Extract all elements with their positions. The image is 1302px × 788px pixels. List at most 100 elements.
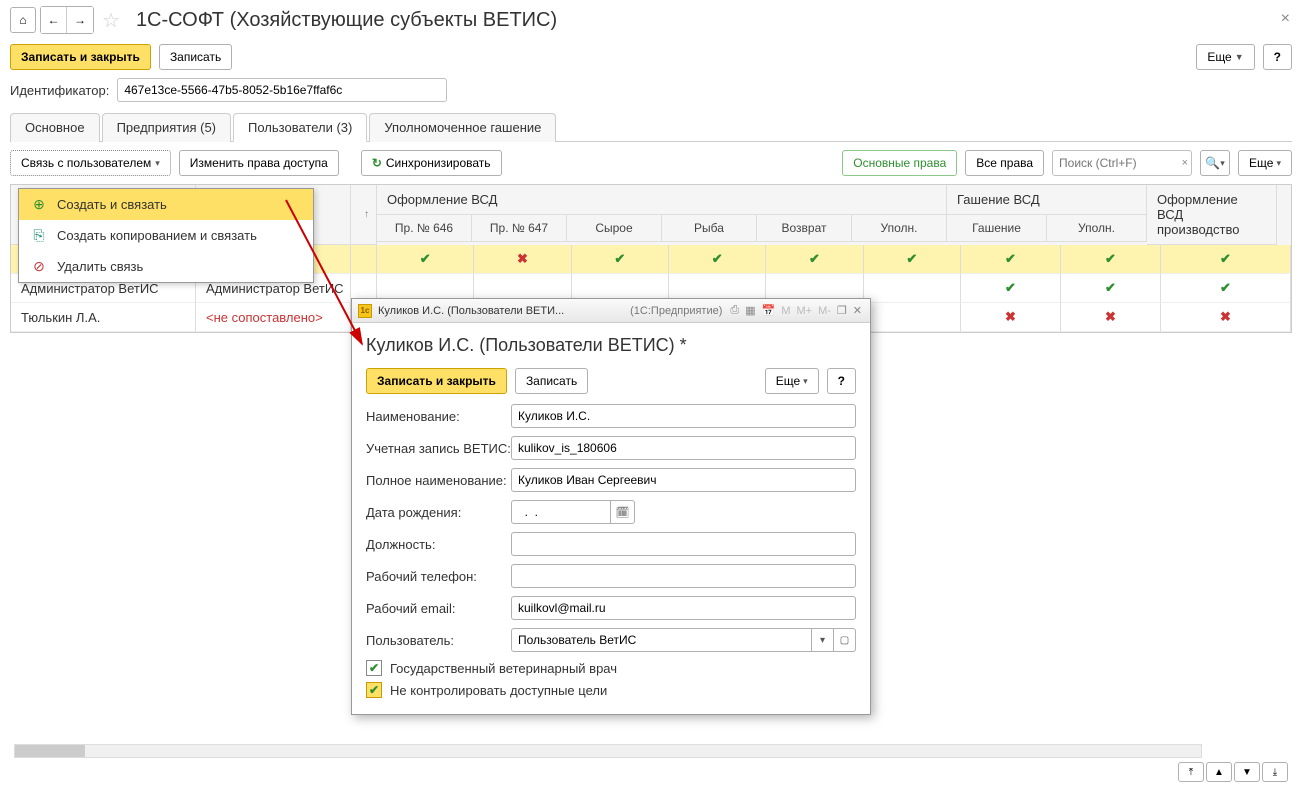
label-position: Должность:: [366, 537, 511, 552]
search-button[interactable]: 🔍 ▾: [1200, 150, 1230, 176]
th-return[interactable]: Возврат: [757, 215, 852, 242]
cell-user: <не сопоставлено>: [196, 303, 351, 332]
all-rights-button[interactable]: Все права: [965, 150, 1044, 176]
window-title: Куликов И.С. (Пользователи ВЕТИ...: [378, 305, 624, 317]
calendar-icon[interactable]: 📅: [760, 304, 778, 317]
search-input[interactable]: [1052, 150, 1192, 176]
link-user-dropdown[interactable]: Связь с пользователем ▾: [10, 150, 171, 176]
scroll-down-button[interactable]: ▼: [1234, 762, 1260, 782]
th-oform-vsd[interactable]: Оформление ВСД: [377, 185, 947, 215]
label-email: Рабочий email:: [366, 601, 511, 616]
main-rights-button[interactable]: Основные права: [842, 150, 957, 176]
input-dob[interactable]: [511, 500, 611, 524]
window-close-icon[interactable]: ✕: [851, 304, 864, 317]
check-icon: ✔: [614, 251, 625, 267]
home-icon: ⌂: [19, 13, 26, 27]
menu-unlink[interactable]: ⊘ Удалить связь: [19, 251, 313, 282]
th-pr646[interactable]: Пр. № 646: [377, 215, 472, 242]
modal-help-button[interactable]: ?: [827, 368, 856, 394]
calc-icon[interactable]: ▦: [743, 304, 757, 317]
scroll-bottom-button[interactable]: ⤓: [1262, 762, 1288, 782]
label-fullname: Полное наименование:: [366, 473, 511, 488]
identifier-input[interactable]: [117, 78, 447, 102]
tab-users[interactable]: Пользователи (3): [233, 113, 367, 142]
chevron-down-icon: ▾: [155, 158, 160, 169]
search-icon: 🔍: [1205, 156, 1220, 170]
th-upoln[interactable]: Уполн.: [852, 215, 947, 242]
close-icon[interactable]: ×: [1281, 10, 1290, 28]
tab-main[interactable]: Основное: [10, 113, 100, 142]
input-phone[interactable]: [511, 564, 856, 588]
check-icon: ✔: [1220, 251, 1231, 267]
th-fish[interactable]: Рыба: [662, 215, 757, 242]
modal-more-button[interactable]: Еще ▾: [765, 368, 819, 394]
toolbar-more-button[interactable]: Еще ▾: [1238, 150, 1292, 176]
checkbox-row-gov-vet[interactable]: ✔ Государственный ветеринарный врач: [366, 660, 856, 676]
cell-prod: ✔: [1161, 245, 1291, 274]
nav-back-button[interactable]: ←: [41, 7, 67, 33]
scroll-top-button[interactable]: ⤒: [1178, 762, 1204, 782]
save-and-close-button[interactable]: Записать и закрыть: [10, 44, 151, 70]
favorite-star-icon[interactable]: ☆: [102, 8, 120, 33]
sync-button[interactable]: ↻ Синхронизировать: [361, 150, 502, 176]
save-button[interactable]: Записать: [159, 44, 232, 70]
th-raw[interactable]: Сырое: [567, 215, 662, 242]
arrow-right-icon: →: [74, 13, 86, 27]
scrollbar-thumb[interactable]: [15, 745, 85, 757]
search-clear-icon[interactable]: ×: [1182, 157, 1188, 169]
more-label: Еще: [1207, 50, 1231, 64]
m-minus-icon[interactable]: M-: [816, 305, 833, 317]
chevron-down-icon: ▾: [1276, 158, 1281, 169]
checkbox-row-no-control[interactable]: ✔ Не контролировать доступные цели: [366, 682, 856, 698]
input-account[interactable]: [511, 436, 856, 460]
th-upoln2[interactable]: Уполн.: [1047, 215, 1147, 242]
input-name[interactable]: [511, 404, 856, 428]
cell-pr646: ✔: [377, 245, 474, 274]
nav-forward-button[interactable]: →: [67, 7, 93, 33]
input-position[interactable]: [511, 532, 856, 556]
double-up-icon: ⤒: [1189, 767, 1193, 778]
identifier-label: Идентификатор:: [10, 83, 109, 98]
calendar-icon: 🗓: [616, 506, 630, 519]
modal-save-button[interactable]: Записать: [515, 368, 588, 394]
more-label: Еще: [776, 374, 800, 388]
horizontal-scrollbar[interactable]: [14, 744, 1202, 758]
home-button[interactable]: ⌂: [10, 7, 36, 33]
m-icon[interactable]: M: [779, 305, 792, 317]
cell-upoln: [864, 274, 961, 303]
combo-open-button[interactable]: ▢: [834, 628, 856, 652]
chevron-down-icon: ▾: [820, 635, 825, 646]
menu-create-link[interactable]: ⊕ Создать и связать: [19, 189, 313, 220]
tab-auth-redemption[interactable]: Уполномоченное гашение: [369, 113, 556, 142]
th-sort[interactable]: ↑: [351, 185, 377, 245]
link-user-label: Связь с пользователем: [21, 156, 151, 170]
input-email[interactable]: [511, 596, 856, 620]
menu-label: Создать копированием и связать: [57, 228, 257, 243]
date-picker-button[interactable]: 🗓: [611, 500, 635, 524]
plus-circle-icon: ⊕: [31, 196, 47, 213]
print-icon[interactable]: ⎙: [728, 304, 741, 317]
cell-gash: ✔: [961, 245, 1061, 274]
scroll-up-button[interactable]: ▲: [1206, 762, 1232, 782]
tab-enterprises[interactable]: Предприятия (5): [102, 113, 231, 142]
combo-dropdown-button[interactable]: ▾: [812, 628, 834, 652]
check-icon: ✔: [1105, 280, 1116, 296]
arrow-left-icon: ←: [48, 13, 60, 27]
th-gash-vsd[interactable]: Гашение ВСД: [947, 185, 1147, 215]
window-restore-icon[interactable]: ❐: [835, 304, 849, 317]
help-button[interactable]: ?: [1263, 44, 1292, 70]
checkbox-icon: ✔: [366, 682, 382, 698]
m-plus-icon[interactable]: M+: [794, 305, 814, 317]
th-oform-proizvod[interactable]: Оформление ВСД производство: [1147, 185, 1277, 245]
triangle-up-icon: ▲: [1214, 767, 1224, 778]
more-button[interactable]: Еще ▼: [1196, 44, 1254, 70]
th-gash[interactable]: Гашение: [947, 215, 1047, 242]
input-fullname[interactable]: [511, 468, 856, 492]
menu-copy-link[interactable]: ⎘ Создать копированием и связать: [19, 220, 313, 251]
check-icon: ✔: [1005, 251, 1016, 267]
input-user[interactable]: [511, 628, 812, 652]
change-rights-button[interactable]: Изменить права доступа: [179, 150, 339, 176]
modal-save-close-button[interactable]: Записать и закрыть: [366, 368, 507, 394]
th-pr647[interactable]: Пр. № 647: [472, 215, 567, 242]
cell-upoln: [864, 303, 961, 332]
